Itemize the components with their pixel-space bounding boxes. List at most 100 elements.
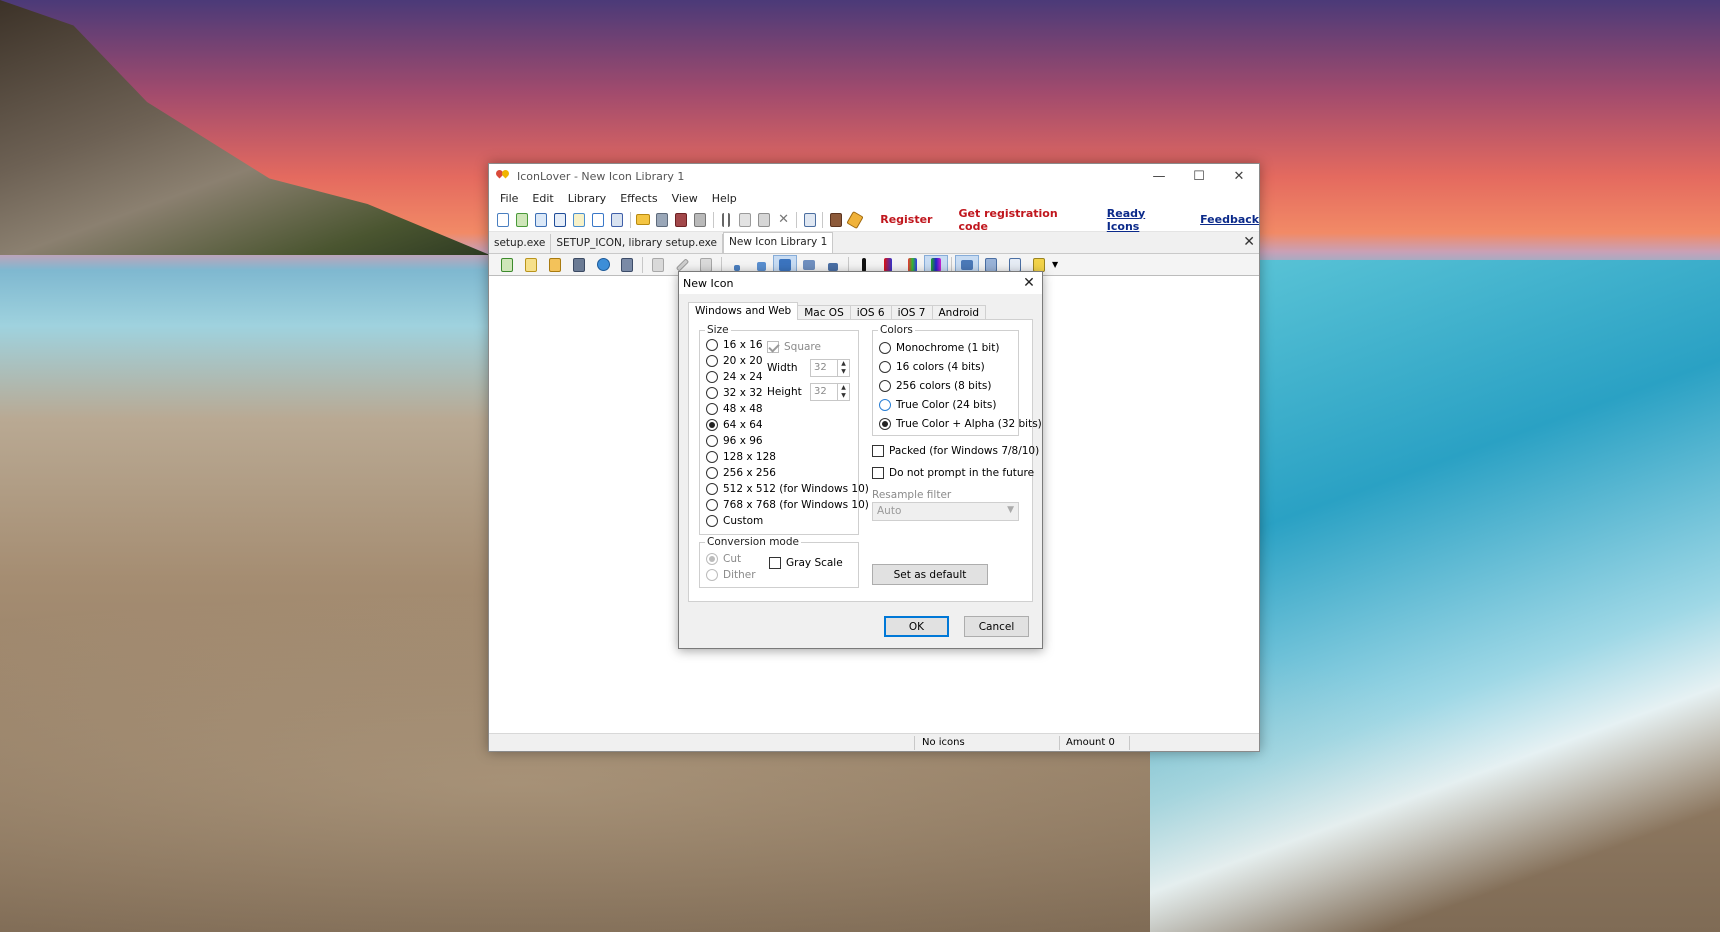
size-64-radio[interactable] xyxy=(706,419,718,431)
get-registration-code-link[interactable]: Get registration code xyxy=(959,207,1085,233)
cancel-button[interactable]: Cancel xyxy=(964,616,1029,637)
ok-button[interactable]: OK xyxy=(884,616,949,637)
copy-icon[interactable] xyxy=(736,210,755,230)
size-96-radio[interactable] xyxy=(706,435,718,447)
size-768-radio[interactable] xyxy=(706,499,718,511)
new-project-icon[interactable] xyxy=(569,210,588,230)
gray-scale-checkbox[interactable] xyxy=(769,557,781,569)
size-custom-option[interactable]: Custom xyxy=(706,514,763,528)
height-spin-arrows[interactable]: ▲ ▼ xyxy=(837,384,849,400)
maximize-button[interactable]: ☐ xyxy=(1179,164,1219,188)
size-512-option[interactable]: 512 x 512 (for Windows 10) xyxy=(706,482,869,496)
cut-option[interactable]: Cut xyxy=(706,552,741,566)
color-truecolor-radio[interactable] xyxy=(879,399,891,411)
ready-icons-link[interactable]: Ready Icons xyxy=(1107,207,1178,233)
color-monochrome-radio[interactable] xyxy=(879,342,891,354)
size-96-option[interactable]: 96 x 96 xyxy=(706,434,763,448)
cut-radio[interactable] xyxy=(706,553,718,565)
size-48-option[interactable]: 48 x 48 xyxy=(706,402,763,416)
size-16-radio[interactable] xyxy=(706,339,718,351)
menu-view[interactable]: View xyxy=(665,192,705,205)
color-16-option[interactable]: 16 colors (4 bits) xyxy=(879,360,985,374)
extract-icon[interactable] xyxy=(567,255,591,275)
paste-icon[interactable] xyxy=(755,210,774,230)
size-768-option[interactable]: 768 x 768 (for Windows 10) xyxy=(706,498,869,512)
size-custom-radio[interactable] xyxy=(706,515,718,527)
width-spin-arrows[interactable]: ▲ ▼ xyxy=(837,360,849,376)
menu-effects[interactable]: Effects xyxy=(613,192,664,205)
menu-file[interactable]: File xyxy=(493,192,525,205)
save-icon[interactable] xyxy=(653,210,672,230)
menu-library[interactable]: Library xyxy=(561,192,613,205)
register-link[interactable]: Register xyxy=(880,213,932,226)
chevron-down-icon[interactable]: ▼ xyxy=(1052,260,1058,269)
packed-checkbox[interactable] xyxy=(872,445,884,457)
cut-icon[interactable] xyxy=(717,210,736,230)
width-spinner[interactable]: 32 ▲ ▼ xyxy=(810,359,850,377)
minimize-button[interactable]: — xyxy=(1139,164,1179,188)
size-20-option[interactable]: 20 x 20 xyxy=(706,354,763,368)
spin-down-icon[interactable]: ▼ xyxy=(838,392,849,400)
color-truecolor-option[interactable]: True Color (24 bits) xyxy=(879,398,996,412)
size-512-radio[interactable] xyxy=(706,483,718,495)
set-as-default-button[interactable]: Set as default xyxy=(872,564,988,585)
open-image-icon[interactable] xyxy=(519,255,543,275)
size-256-option[interactable]: 256 x 256 xyxy=(706,466,776,480)
size-20-radio[interactable] xyxy=(706,355,718,367)
tab-android[interactable]: Android xyxy=(931,305,987,320)
feedback-link[interactable]: Feedback xyxy=(1200,213,1259,226)
close-button[interactable]: ✕ xyxy=(1219,164,1259,188)
new-cursor-icon[interactable] xyxy=(550,210,569,230)
color-truecolor-alpha-option[interactable]: True Color + Alpha (32 bits) xyxy=(879,417,1042,431)
export-icon[interactable] xyxy=(615,255,639,275)
gray-scale-option[interactable]: Gray Scale xyxy=(769,556,843,570)
spin-down-icon[interactable]: ▼ xyxy=(838,368,849,376)
height-spinner[interactable]: 32 ▲ ▼ xyxy=(810,383,850,401)
spin-up-icon[interactable]: ▲ xyxy=(838,384,849,392)
delete-icon[interactable]: ✕ xyxy=(774,210,793,230)
duplicate-icon[interactable] xyxy=(646,255,670,275)
color-truecolor-alpha-radio[interactable] xyxy=(879,418,891,430)
size-24-option[interactable]: 24 x 24 xyxy=(706,370,763,384)
size-24-radio[interactable] xyxy=(706,371,718,383)
import-icon[interactable] xyxy=(543,255,567,275)
color-monochrome-option[interactable]: Monochrome (1 bit) xyxy=(879,341,999,355)
open-folder-icon[interactable] xyxy=(634,210,653,230)
new-page-icon[interactable] xyxy=(588,210,607,230)
color-16-radio[interactable] xyxy=(879,361,891,373)
no-prompt-checkbox[interactable] xyxy=(872,467,884,479)
size-32-radio[interactable] xyxy=(706,387,718,399)
new-group-icon[interactable] xyxy=(607,210,626,230)
dither-radio[interactable] xyxy=(706,569,718,581)
menu-help[interactable]: Help xyxy=(705,192,744,205)
title-bar[interactable]: IconLover - New Icon Library 1 — ☐ ✕ xyxy=(489,164,1259,188)
web-icon[interactable] xyxy=(591,255,615,275)
tools-icon[interactable] xyxy=(826,210,845,230)
size-128-radio[interactable] xyxy=(706,451,718,463)
color-256-option[interactable]: 256 colors (8 bits) xyxy=(879,379,991,393)
tab-ios-7[interactable]: iOS 7 xyxy=(890,305,933,320)
height-value[interactable]: 32 xyxy=(811,384,837,400)
tab-setup-exe[interactable]: setup.exe xyxy=(489,234,552,253)
size-16-option[interactable]: 16 x 16 xyxy=(706,338,763,352)
size-64-option[interactable]: 64 x 64 xyxy=(706,418,763,432)
dither-option[interactable]: Dither xyxy=(706,568,756,582)
tab-new-icon-library-1[interactable]: New Icon Library 1 xyxy=(723,232,834,253)
spin-up-icon[interactable]: ▲ xyxy=(838,360,849,368)
close-tab-icon[interactable]: ✕ xyxy=(1243,234,1255,250)
tab-windows-and-web[interactable]: Windows and Web xyxy=(688,302,799,320)
add-icon-icon[interactable] xyxy=(495,255,519,275)
properties-icon[interactable] xyxy=(800,210,819,230)
square-checkbox[interactable] xyxy=(767,341,779,353)
size-48-radio[interactable] xyxy=(706,403,718,415)
size-256-radio[interactable] xyxy=(706,467,718,479)
tab-setup-icon-library[interactable]: SETUP_ICON, library setup.exe xyxy=(551,234,723,253)
tab-mac-os[interactable]: Mac OS xyxy=(797,305,851,320)
save-all-icon[interactable] xyxy=(672,210,691,230)
packed-option[interactable]: Packed (for Windows 7/8/10) xyxy=(872,444,1039,458)
new-file-icon[interactable] xyxy=(493,210,512,230)
dialog-close-button[interactable]: ✕ xyxy=(1016,275,1042,291)
square-option[interactable]: Square xyxy=(767,340,821,354)
color-256-radio[interactable] xyxy=(879,380,891,392)
no-prompt-option[interactable]: Do not prompt in the future xyxy=(872,466,1034,480)
